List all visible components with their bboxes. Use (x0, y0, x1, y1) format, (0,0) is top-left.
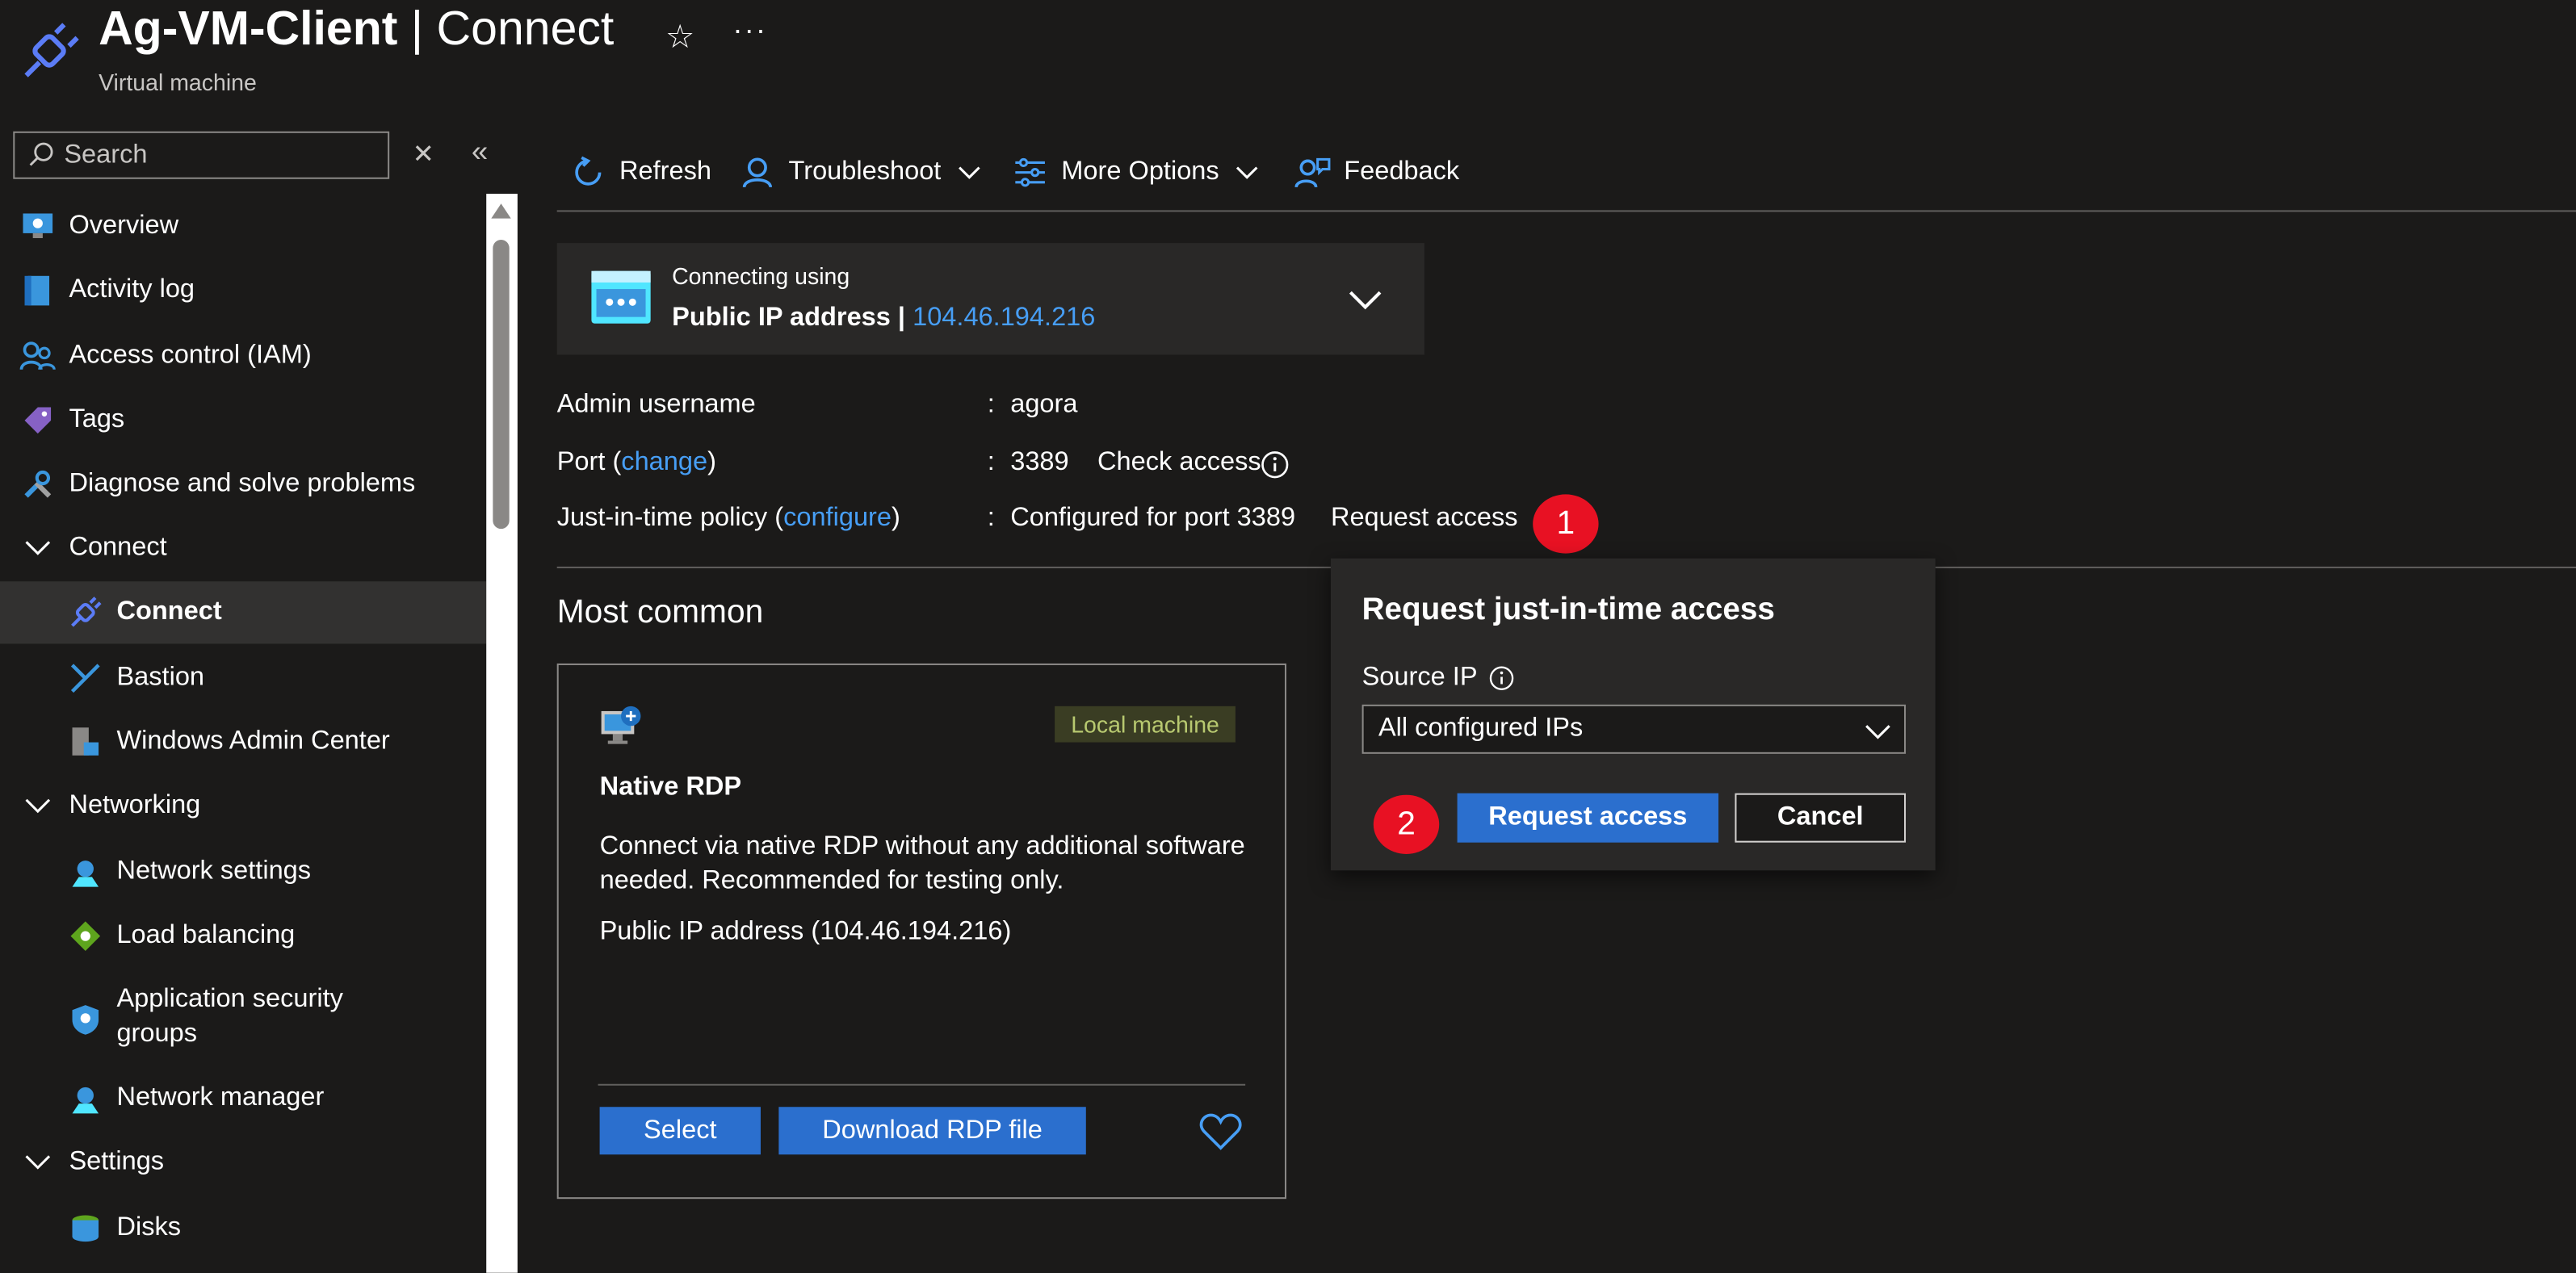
shield-icon (67, 1002, 103, 1038)
connecting-using-label: Connecting using (672, 262, 850, 290)
scroll-up-arrow-icon[interactable] (491, 203, 511, 219)
step-2-badge: 2 (1373, 794, 1440, 854)
search-icon (28, 141, 55, 176)
chevron-down-icon (19, 530, 56, 567)
search-box[interactable] (13, 131, 390, 179)
sidebar-item-network-manager[interactable]: Network manager (0, 1067, 486, 1129)
download-rdp-button[interactable]: Download RDP file (778, 1107, 1086, 1155)
step-1-badge: 1 (1533, 494, 1599, 554)
log-book-icon (19, 273, 56, 309)
load-balancer-icon (67, 918, 103, 954)
request-access-button[interactable]: Request access (1457, 793, 1719, 843)
sliders-icon (1012, 154, 1048, 191)
check-access-link[interactable]: Check access (1097, 448, 1261, 478)
native-rdp-title: Native RDP (599, 773, 742, 802)
more-icon[interactable]: ··· (732, 13, 767, 48)
sidebar-group-networking[interactable]: Networking (0, 775, 486, 837)
refresh-button[interactable]: Refresh (570, 154, 711, 191)
sidebar-item-connect[interactable]: Connect (0, 581, 487, 644)
select-button[interactable]: Select (599, 1107, 761, 1155)
sidebar-item-activity-log[interactable]: Activity log (0, 259, 486, 321)
collapse-sidebar-icon[interactable]: « (472, 135, 488, 170)
refresh-icon (570, 154, 606, 191)
chevron-down-icon[interactable] (1349, 289, 1382, 319)
feedback-icon (1294, 154, 1331, 191)
sidebar-item-disks[interactable]: Disks (0, 1197, 486, 1259)
troubleshoot-button[interactable]: Troubleshoot (740, 154, 981, 191)
jit-policy-label: Just-in-time policy (configure) (556, 504, 900, 533)
request-access-link[interactable]: Request access (1331, 505, 1518, 534)
wrench-icon (19, 467, 56, 503)
chevron-down-icon (1236, 165, 1258, 179)
page-subtitle: Virtual machine (99, 69, 257, 96)
tag-icon (19, 402, 56, 438)
search-input[interactable] (61, 137, 380, 174)
scrollbar-thumb[interactable] (493, 240, 510, 530)
jit-policy-value: Configured for port 3389 (1010, 504, 1296, 533)
popup-title: Request just-in-time access (1361, 593, 1775, 628)
port-label: Port (change) (556, 448, 716, 477)
native-rdp-ip: Public IP address (104.46.194.216) (599, 918, 1012, 946)
sidebar-item-windows-admin-center[interactable]: Windows Admin Center (0, 711, 486, 773)
toolbar-divider (556, 210, 2576, 212)
sidebar-item-bastion[interactable]: Bastion (0, 647, 486, 710)
bastion-icon (67, 660, 103, 697)
rdp-monitor-icon (600, 705, 643, 756)
separator-colon: : (987, 448, 995, 477)
network-icon (67, 854, 103, 890)
card-divider (598, 1083, 1246, 1086)
sidebar-group-connect[interactable]: Connect (0, 517, 486, 580)
native-rdp-description: Connect via native RDP without any addit… (599, 832, 1245, 895)
plug-icon (19, 19, 82, 90)
connection-method: Public IP address | 104.46.194.216 (672, 304, 1096, 332)
troubleshoot-icon (740, 154, 776, 191)
more-options-button[interactable]: More Options (1012, 154, 1258, 191)
sidebar-item-iam[interactable]: Access control (IAM) (0, 325, 486, 387)
source-ip-dropdown[interactable]: All configured IPs (1361, 704, 1907, 754)
admin-username-value: agora (1010, 391, 1078, 419)
people-icon (19, 338, 56, 375)
chevron-down-icon (1865, 719, 1891, 749)
plug-icon (67, 594, 103, 630)
sidebar-item-overview[interactable]: Overview (0, 195, 486, 258)
sidebar-item-app-security-groups[interactable]: Application security groups (0, 982, 486, 1055)
info-icon[interactable] (1489, 665, 1516, 692)
most-common-heading: Most common (556, 594, 764, 631)
separator-colon: : (987, 504, 995, 533)
feedback-button[interactable]: Feedback (1294, 154, 1459, 191)
configure-jit-link[interactable]: configure (783, 505, 892, 533)
public-ip-address: 104.46.194.216 (913, 304, 1096, 332)
connection-method-selector[interactable]: Connecting using Public IP address | 104… (556, 243, 1424, 355)
source-ip-label: Source IP (1362, 664, 1516, 693)
admin-username-label: Admin username (556, 391, 756, 419)
sidebar-item-tags[interactable]: Tags (0, 389, 486, 451)
browser-window-icon (589, 270, 652, 333)
star-favorite-icon[interactable]: ☆ (665, 16, 694, 57)
port-value: 3389 (1010, 448, 1069, 477)
sidebar-group-settings[interactable]: Settings (0, 1132, 486, 1194)
disks-icon (67, 1210, 103, 1246)
change-port-link[interactable]: change (621, 448, 707, 476)
details-divider-right (1935, 566, 2576, 568)
admin-center-icon (67, 724, 103, 760)
clear-search-icon[interactable]: ✕ (413, 138, 434, 171)
local-machine-tag: Local machine (1055, 706, 1236, 743)
cancel-button[interactable]: Cancel (1735, 793, 1907, 843)
details-divider (556, 566, 1331, 568)
page-title: Ag-VM-Client | Connect (99, 3, 615, 57)
heart-icon[interactable] (1199, 1112, 1242, 1159)
monitor-icon (19, 208, 56, 245)
network-manager-icon (67, 1081, 103, 1117)
chevron-down-icon (19, 789, 56, 825)
info-icon[interactable] (1260, 450, 1290, 488)
sidebar-item-network-settings[interactable]: Network settings (0, 841, 486, 903)
sidebar-item-load-balancing[interactable]: Load balancing (0, 905, 486, 967)
separator-colon: : (987, 391, 995, 419)
sidebar-item-diagnose[interactable]: Diagnose and solve problems (0, 454, 486, 516)
chevron-down-icon (19, 1145, 56, 1181)
chevron-down-icon (958, 165, 980, 179)
